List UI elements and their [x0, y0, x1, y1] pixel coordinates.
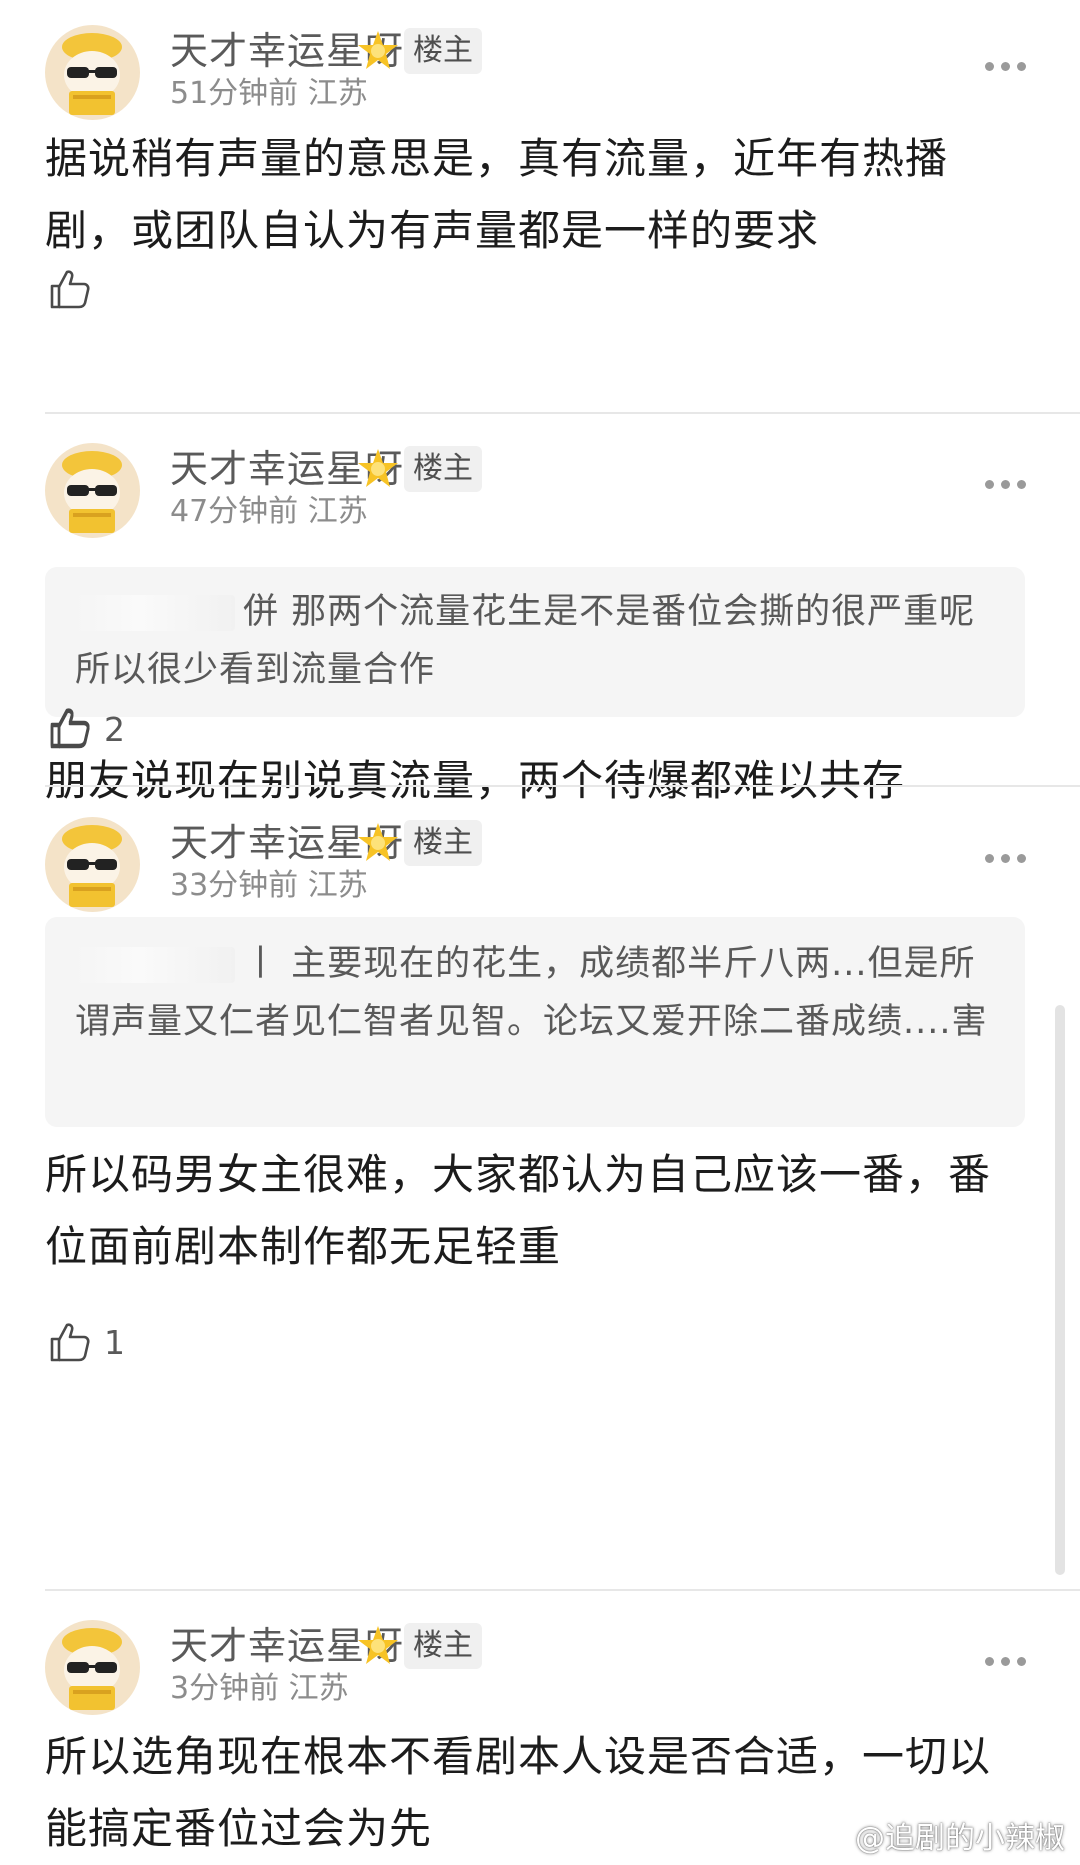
redacted-username — [75, 595, 235, 631]
star-emoji-icon — [358, 31, 398, 69]
quote-prefix: 丨 — [243, 944, 280, 984]
like-count: 2 — [104, 710, 125, 749]
comment-body: 所以码男女主很难，大家都认为自己应该一番，番位面前剧本制作都无足轻重 — [45, 1150, 992, 1271]
watermark-text: @追剧的小辣椒 — [855, 1821, 1065, 1856]
more-dots-icon[interactable] — [985, 62, 1031, 74]
cat-avatar-icon[interactable] — [45, 1620, 140, 1715]
more-dots-icon[interactable] — [985, 1657, 1031, 1669]
comment-time: 3分钟前 — [170, 1671, 280, 1706]
op-badge: 楼主 — [404, 446, 482, 492]
like-count: 1 — [104, 1323, 125, 1362]
comment-time: 33分钟前 — [170, 868, 299, 903]
thumbs-up-icon — [50, 710, 90, 749]
quoted-reply-text: 併 那两个流量花生是不是番位会撕的很严重呢 所以很少看到流量合作 — [75, 583, 995, 699]
cat-avatar-icon[interactable] — [45, 25, 140, 120]
quote-prefix: 併 — [243, 592, 280, 632]
comment-feed: 天才幸运星呀 楼主 51分钟前 江苏 据说稍有声量的意思是，真有流量，近年有热播… — [0, 0, 1080, 1865]
thumbs-up-icon — [50, 1323, 90, 1362]
comment-location: 江苏 — [307, 868, 368, 903]
comment-location: 江苏 — [307, 494, 368, 529]
comment-body: 朋友说现在别说真流量，两个待爆都难以共存 — [45, 756, 906, 805]
op-badge: 楼主 — [404, 28, 482, 74]
divider — [45, 785, 1080, 787]
comment-meta: 47分钟前 江苏 — [170, 494, 368, 530]
comment-location: 江苏 — [307, 76, 368, 111]
quoted-reply[interactable]: 併 那两个流量花生是不是番位会撕的很严重呢 所以很少看到流量合作 — [45, 567, 1025, 717]
comment-body: 据说稍有声量的意思是，真有流量，近年有热播剧，或团队自认为有声量都是一样的要求 — [45, 134, 949, 255]
redacted-username — [75, 947, 235, 983]
comment-item: 天才幸运星呀 楼主 51分钟前 江苏 据说稍有声量的意思是，真有流量，近年有热播… — [0, 0, 1080, 412]
comment-item: 天才幸运星呀 楼主 47分钟前 江苏 併 那两个流量花生是不是番位会撕的很严重呢… — [0, 412, 1080, 937]
comment-time: 51分钟前 — [170, 76, 299, 111]
cat-avatar-icon[interactable] — [45, 817, 140, 912]
op-badge: 楼主 — [404, 1623, 482, 1669]
star-emoji-icon — [358, 449, 398, 487]
weibo-logo-icon — [813, 1827, 849, 1854]
op-badge: 楼主 — [404, 820, 482, 866]
more-dots-icon[interactable] — [985, 480, 1031, 492]
comment-location: 江苏 — [288, 1671, 349, 1706]
star-emoji-icon — [358, 1626, 398, 1664]
quoted-reply[interactable]: 丨 主要现在的花生，成绩都半斤八两...但是所谓声量又仁者见仁智者见智。论坛又爱… — [45, 917, 1025, 1127]
comment-meta: 33分钟前 江苏 — [170, 868, 368, 904]
star-emoji-icon — [358, 823, 398, 861]
quoted-reply-text: 丨 主要现在的花生，成绩都半斤八两...但是所谓声量又仁者见仁智者见智。论坛又爱… — [75, 935, 995, 1051]
comment-meta: 3分钟前 江苏 — [170, 1671, 349, 1707]
more-dots-icon[interactable] — [985, 854, 1031, 866]
divider — [45, 1589, 1080, 1591]
thumbs-up-icon — [50, 270, 90, 309]
divider — [45, 412, 1080, 414]
cat-avatar-icon[interactable] — [45, 443, 140, 538]
watermark: @追剧的小辣椒 — [813, 1821, 1065, 1857]
comment-time: 47分钟前 — [170, 494, 299, 529]
scrollbar[interactable] — [1055, 1005, 1065, 1575]
comment-item: 天才幸运星呀 楼主 33分钟前 江苏 丨 主要现在的花生，成绩都半斤八两...但… — [0, 710, 1080, 1589]
comment-meta: 51分钟前 江苏 — [170, 76, 368, 112]
